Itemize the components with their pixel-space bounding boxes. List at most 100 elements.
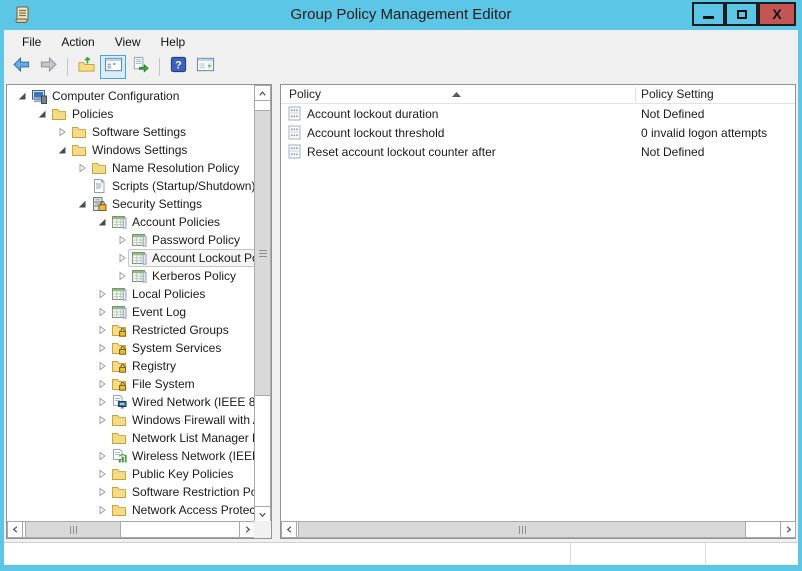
scrollbar-thumb[interactable] xyxy=(25,521,121,538)
minimize-icon xyxy=(703,15,714,19)
column-header-policy[interactable]: Policy xyxy=(289,87,321,101)
expand-arrow-icon[interactable] xyxy=(97,487,108,498)
close-button[interactable]: X xyxy=(758,2,796,26)
scrollbar-thumb[interactable] xyxy=(254,110,271,396)
tree-item-security-settings[interactable]: Security Settings xyxy=(8,195,255,213)
tree-item-windows-settings[interactable]: Windows Settings xyxy=(8,141,255,159)
expand-arrow-icon[interactable] xyxy=(97,469,108,480)
collapse-arrow-icon[interactable] xyxy=(37,109,48,120)
menu-file[interactable]: File xyxy=(12,32,51,52)
expand-arrow-icon[interactable] xyxy=(97,379,108,390)
list-horizontal-scrollbar[interactable] xyxy=(281,521,796,538)
tree-item-restricted-groups[interactable]: Restricted Groups xyxy=(8,321,255,339)
scroll-left-button[interactable] xyxy=(281,521,297,538)
expand-arrow-icon[interactable] xyxy=(97,289,108,300)
action-pane-button[interactable] xyxy=(192,55,218,79)
folder-lock-icon xyxy=(111,340,127,356)
tree-item-file-system[interactable]: File System xyxy=(8,375,255,393)
tree-item-network-list-manager-po[interactable]: Network List Manager Po xyxy=(8,429,255,447)
tree-item-label: Kerberos Policy xyxy=(152,269,237,283)
tree-item-label: Network List Manager Po xyxy=(132,431,255,445)
menu-help[interactable]: Help xyxy=(151,32,196,52)
tree-item-public-key-policies[interactable]: Public Key Policies xyxy=(8,465,255,483)
scroll-up-button[interactable] xyxy=(254,85,271,101)
expand-arrow-icon[interactable] xyxy=(57,127,68,138)
tree-item-network-access-protecti[interactable]: Network Access Protecti xyxy=(8,501,255,519)
maximize-button[interactable] xyxy=(725,2,758,26)
export-list-button[interactable] xyxy=(127,55,153,79)
up-level-button[interactable] xyxy=(73,55,99,79)
tree-item-box: Public Key Policies xyxy=(108,465,255,483)
tree-item-wireless-network-ieee-8[interactable]: Wireless Network (IEEE 8 xyxy=(8,447,255,465)
expand-arrow-icon[interactable] xyxy=(97,505,108,516)
minimize-button[interactable] xyxy=(692,2,725,26)
tree-item-computer-configuration[interactable]: Computer Configuration xyxy=(8,87,255,105)
tree-item-label: File System xyxy=(132,377,195,391)
tree-item-software-settings[interactable]: Software Settings xyxy=(8,123,255,141)
column-divider[interactable] xyxy=(635,87,636,102)
folder-icon xyxy=(111,466,127,482)
collapse-arrow-icon[interactable] xyxy=(57,145,68,156)
expand-arrow-icon[interactable] xyxy=(97,361,108,372)
scroll-right-button[interactable] xyxy=(780,521,796,538)
tree-item-event-log[interactable]: Event Log xyxy=(8,303,255,321)
tree-item-password-policy[interactable]: Password Policy xyxy=(8,231,255,249)
tree-item-local-policies[interactable]: Local Policies xyxy=(8,285,255,303)
expand-arrow-icon[interactable] xyxy=(97,415,108,426)
collapse-arrow-icon[interactable] xyxy=(17,91,28,102)
scroll-down-button[interactable] xyxy=(254,506,271,522)
menu-view[interactable]: View xyxy=(105,32,151,52)
scrollbar-thumb[interactable] xyxy=(298,521,746,538)
folder-icon xyxy=(111,412,127,428)
folder-lock-icon xyxy=(111,322,127,338)
tree-item-policies[interactable]: Policies xyxy=(8,105,255,123)
expand-arrow-icon[interactable] xyxy=(117,253,128,264)
tree-item-scripts-startup-shutdown[interactable]: Scripts (Startup/Shutdown) xyxy=(8,177,255,195)
back-button[interactable] xyxy=(8,55,34,79)
tree-item-account-policies[interactable]: Account Policies xyxy=(8,213,255,231)
expand-arrow-icon[interactable] xyxy=(117,235,128,246)
no-expander xyxy=(77,181,88,192)
scroll-left-button[interactable] xyxy=(7,521,23,538)
tree-item-software-restriction-poli[interactable]: Software Restriction Poli xyxy=(8,483,255,501)
expand-arrow-icon[interactable] xyxy=(97,343,108,354)
export-list-icon xyxy=(131,55,150,79)
scripts-icon xyxy=(91,178,107,194)
policy-row[interactable]: Account lockout threshold 0 invalid logon… xyxy=(281,123,795,142)
help-button[interactable]: ? xyxy=(165,55,191,79)
tree-item-box: Registry xyxy=(108,357,255,375)
tree-item-system-services[interactable]: System Services xyxy=(8,339,255,357)
policy-row[interactable]: Account lockout duration Not Defined xyxy=(281,104,795,123)
expand-arrow-icon[interactable] xyxy=(97,451,108,462)
tree-item-name-resolution-policy[interactable]: Name Resolution Policy xyxy=(8,159,255,177)
folder-icon xyxy=(71,124,87,140)
tree-horizontal-scrollbar[interactable] xyxy=(7,521,255,538)
column-header-policy-setting[interactable]: Policy Setting xyxy=(641,87,714,101)
tree-item-label: Public Key Policies xyxy=(132,467,234,481)
toolbar-separator xyxy=(67,58,68,76)
tree-vertical-scrollbar[interactable] xyxy=(254,85,271,522)
expand-arrow-icon[interactable] xyxy=(97,307,108,318)
tree-item-label: Name Resolution Policy xyxy=(112,161,240,175)
tree-item-label: Computer Configuration xyxy=(52,89,180,103)
expand-arrow-icon[interactable] xyxy=(97,397,108,408)
console-tree-button[interactable] xyxy=(100,55,126,79)
scroll-right-button[interactable] xyxy=(239,521,255,538)
expand-arrow-icon[interactable] xyxy=(97,325,108,336)
tree-item-account-lockout-pol[interactable]: Account Lockout Pol xyxy=(8,249,255,267)
tree-item-windows-firewall-with-a[interactable]: Windows Firewall with A xyxy=(8,411,255,429)
collapse-arrow-icon[interactable] xyxy=(77,199,88,210)
tree-item-box: File System xyxy=(108,375,255,393)
collapse-arrow-icon[interactable] xyxy=(97,217,108,228)
tree-item-wired-network-ieee-802[interactable]: Wired Network (IEEE 802 xyxy=(8,393,255,411)
expand-arrow-icon[interactable] xyxy=(117,271,128,282)
expand-arrow-icon[interactable] xyxy=(77,163,88,174)
tree-item-kerberos-policy[interactable]: Kerberos Policy xyxy=(8,267,255,285)
tree-item-registry[interactable]: Registry xyxy=(8,357,255,375)
menu-action[interactable]: Action xyxy=(51,32,104,52)
tree-item-label: Software Restriction Poli xyxy=(132,485,255,499)
policy-row[interactable]: Reset account lockout counter after Not D… xyxy=(281,142,795,161)
forward-button[interactable] xyxy=(35,55,61,79)
